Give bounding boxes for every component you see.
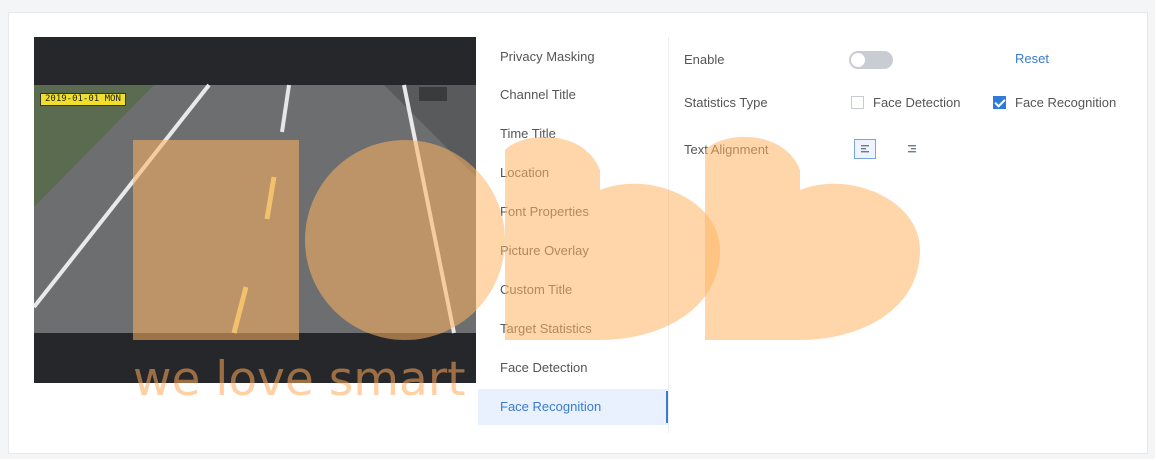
menu-item-privacy-masking[interactable]: Privacy Masking bbox=[478, 39, 668, 75]
align-left-icon bbox=[861, 145, 869, 153]
statistics-type-label: Statistics Type bbox=[684, 95, 768, 110]
align-right-icon bbox=[908, 145, 916, 153]
face-detection-checkbox[interactable] bbox=[851, 96, 864, 109]
toggle-knob bbox=[851, 53, 865, 67]
overlay-menu: Privacy Masking Channel Title Time Title… bbox=[478, 37, 668, 433]
road-scene bbox=[34, 37, 476, 383]
menu-item-time-title[interactable]: Time Title bbox=[478, 116, 668, 152]
menu-item-target-statistics[interactable]: Target Statistics bbox=[478, 311, 668, 347]
menu-item-font-properties[interactable]: Font Properties bbox=[478, 194, 668, 230]
face-recognition-option-label[interactable]: Face Recognition bbox=[1015, 95, 1116, 110]
osd-time-label[interactable]: 2019-01-01 MON bbox=[40, 93, 126, 106]
reset-link[interactable]: Reset bbox=[1015, 51, 1049, 66]
menu-item-face-detection[interactable]: Face Detection bbox=[478, 350, 668, 386]
face-recognition-checkbox[interactable] bbox=[993, 96, 1006, 109]
enable-toggle[interactable] bbox=[849, 51, 893, 69]
menu-item-face-recognition[interactable]: Face Recognition bbox=[478, 389, 668, 425]
menu-item-picture-overlay[interactable]: Picture Overlay bbox=[478, 233, 668, 269]
face-detection-option-label[interactable]: Face Detection bbox=[873, 95, 960, 110]
video-preview: 2019-01-01 MON bbox=[34, 37, 476, 383]
text-alignment-label: Text Alignment bbox=[684, 142, 769, 157]
align-left-button[interactable] bbox=[854, 139, 876, 159]
menu-item-channel-title[interactable]: Channel Title bbox=[478, 77, 668, 113]
menu-item-location[interactable]: Location bbox=[478, 155, 668, 191]
menu-divider bbox=[668, 37, 669, 433]
align-right-button[interactable] bbox=[901, 139, 923, 159]
menu-item-custom-title[interactable]: Custom Title bbox=[478, 272, 668, 308]
enable-label: Enable bbox=[684, 52, 725, 67]
